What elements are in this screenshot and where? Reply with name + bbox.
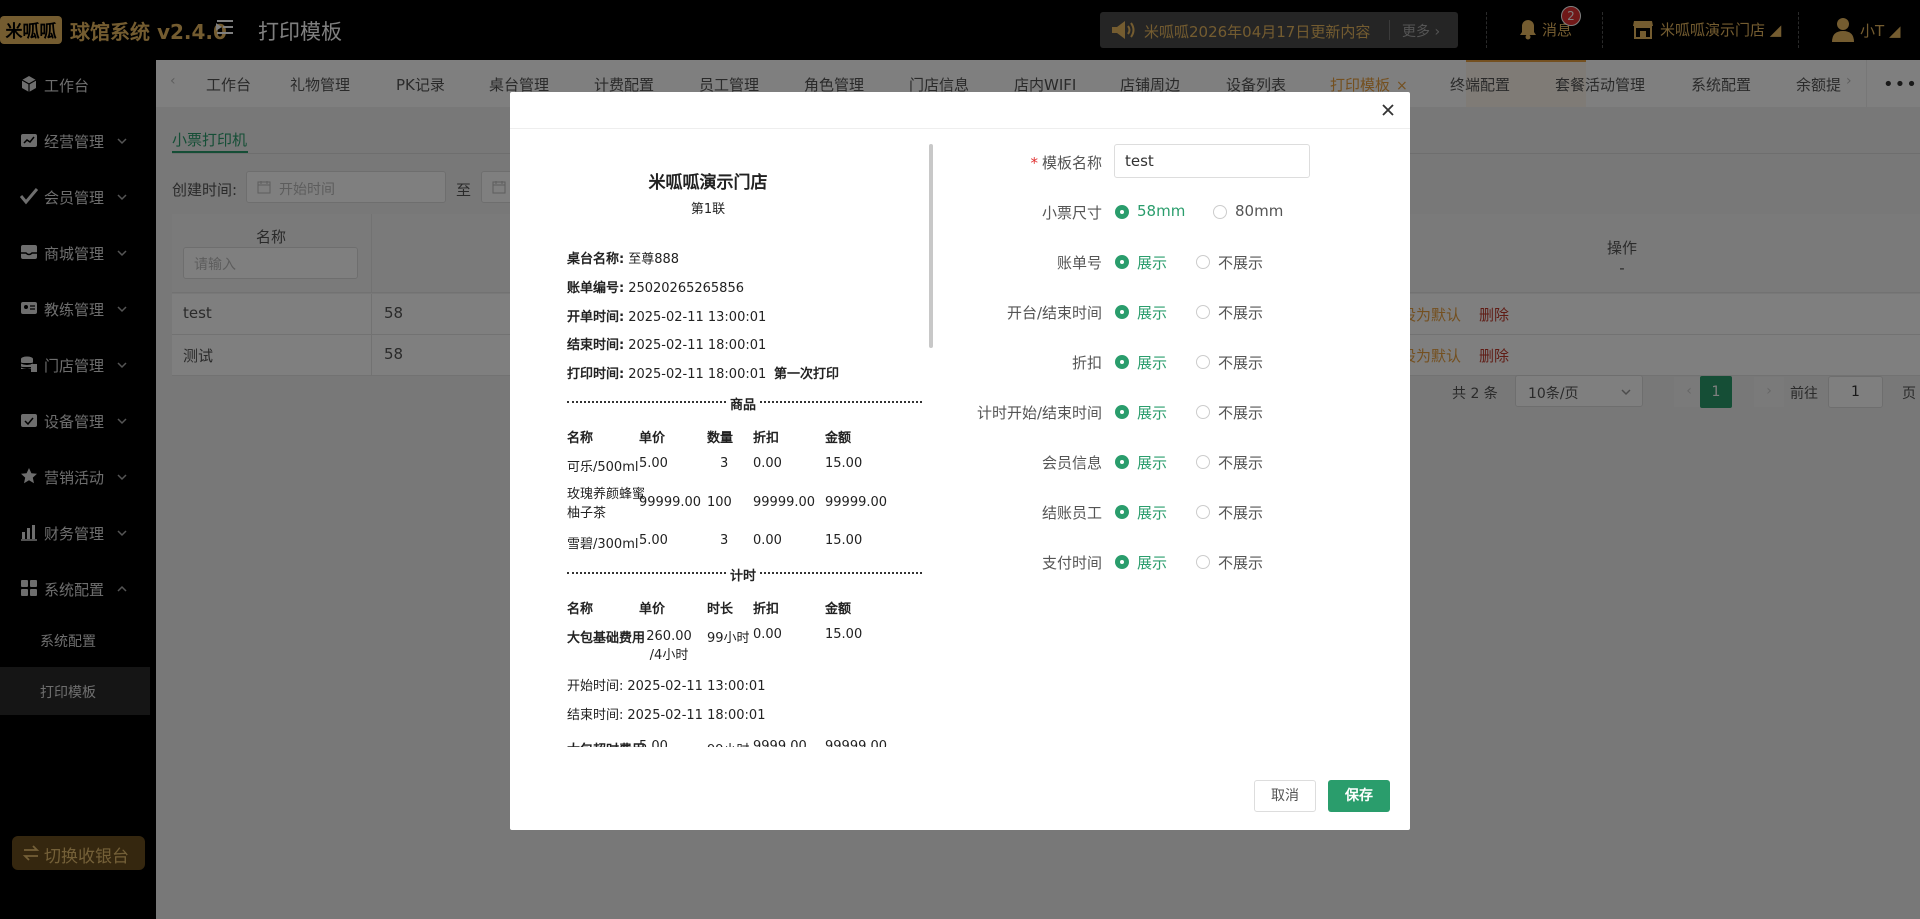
save-button[interactable]: 保存 <box>1328 780 1390 812</box>
timing-cell: 99小时 <box>707 631 750 646</box>
timing-cell: 5.00 <box>639 739 668 747</box>
timing-header-duration: 时长 <box>707 602 734 617</box>
edit-template-dialog: 米呱呱演示门店 第1联 桌台名称: 至尊888 账单编号: 250202652658… <box>510 92 1410 830</box>
receipt-open-row: 开单时间: 2025-02-11 13:00:01 <box>567 310 767 325</box>
timing-cell: 99小时 <box>707 739 750 747</box>
goods-header-discount: 折扣 <box>753 431 780 446</box>
cancel-button[interactable]: 取消 <box>1254 780 1316 812</box>
radio-checked-icon <box>1115 205 1129 219</box>
timing-header-name: 名称 <box>567 602 594 617</box>
timing-separator: 计时 <box>567 565 922 584</box>
receipt-copy-number: 第1联 <box>690 202 726 217</box>
goods-header-qty: 数量 <box>707 431 734 446</box>
timing-cell: 260.00 /4小时 <box>646 629 692 663</box>
receipt-print-row: 打印时间: 2025-02-11 18:00:01 <box>567 367 767 382</box>
receipt-end-row: 结束时间: 2025-02-11 18:00:01 <box>567 338 767 353</box>
goods-cell: 100 <box>707 495 732 510</box>
goods-header-price: 单价 <box>639 431 666 446</box>
receipt-scrollbar[interactable] <box>929 144 933 348</box>
goods-header-name: 名称 <box>567 431 594 446</box>
timing-cell: 大包超时费用 <box>567 739 645 747</box>
goods-header-amount: 金额 <box>825 431 852 446</box>
template-name-input[interactable]: test <box>1114 144 1310 178</box>
timing-header-discount: 折扣 <box>753 602 780 617</box>
receipt-bill-row: 账单编号: 25020265265856 <box>567 281 744 296</box>
goods-cell: 15.00 <box>825 533 863 548</box>
goods-cell: 雪碧/300ml <box>567 537 639 552</box>
dialog-header-divider <box>510 128 1410 129</box>
close-icon[interactable] <box>1378 100 1398 120</box>
field-label: 折扣 <box>1071 354 1102 372</box>
receipt-print-flag: 第一次打印 <box>774 367 840 382</box>
goods-cell: 99999.00 <box>753 495 816 510</box>
goods-cell: 99999.00 <box>825 495 888 510</box>
timing-header-price: 单价 <box>639 602 666 617</box>
field-label: 开台/结束时间 <box>1006 304 1102 322</box>
timing-cell: 0.00 <box>753 627 782 642</box>
field-label: 结账员工 <box>1041 504 1102 522</box>
goods-separator: 商品 <box>567 394 922 413</box>
radio-unchecked-icon <box>1213 205 1227 219</box>
goods-cell: 3 <box>720 533 729 548</box>
goods-cell: 15.00 <box>825 456 863 471</box>
timing-cell: 99999.00 <box>825 739 888 747</box>
field-label: 支付时间 <box>1041 554 1102 572</box>
paper-size-label: 小票尺寸 <box>1041 204 1102 222</box>
receipt-store-name: 米呱呱演示门店 <box>648 173 768 193</box>
timing-end-row: 结束时间: 2025-02-11 18:00:01 <box>567 708 766 723</box>
goods-cell: 3 <box>720 456 729 471</box>
field-label: 计时开始/结束时间 <box>976 404 1102 422</box>
goods-cell: 0.00 <box>753 533 782 548</box>
template-name-label: * 模板名称 <box>1030 154 1102 172</box>
goods-cell: 0.00 <box>753 456 782 471</box>
field-label: 账单号 <box>1056 254 1102 272</box>
timing-start-row: 开始时间: 2025-02-11 13:00:01 <box>567 679 766 694</box>
receipt-table-row: 桌台名称: 至尊888 <box>567 252 680 267</box>
goods-cell: 99999.00 <box>639 495 702 510</box>
timing-cell: 9999.00 <box>753 739 807 747</box>
field-label: 会员信息 <box>1041 454 1102 472</box>
receipt-preview: 米呱呱演示门店 第1联 桌台名称: 至尊888 账单编号: 250202652658… <box>528 142 942 747</box>
goods-cell: 5.00 <box>639 533 668 548</box>
timing-cell: 大包基础费用 <box>567 631 646 646</box>
goods-cell: 5.00 <box>639 456 668 471</box>
timing-header-amount: 金额 <box>825 602 852 617</box>
timing-cell: 15.00 <box>825 627 863 642</box>
goods-cell: 可乐/500ml <box>567 460 639 475</box>
